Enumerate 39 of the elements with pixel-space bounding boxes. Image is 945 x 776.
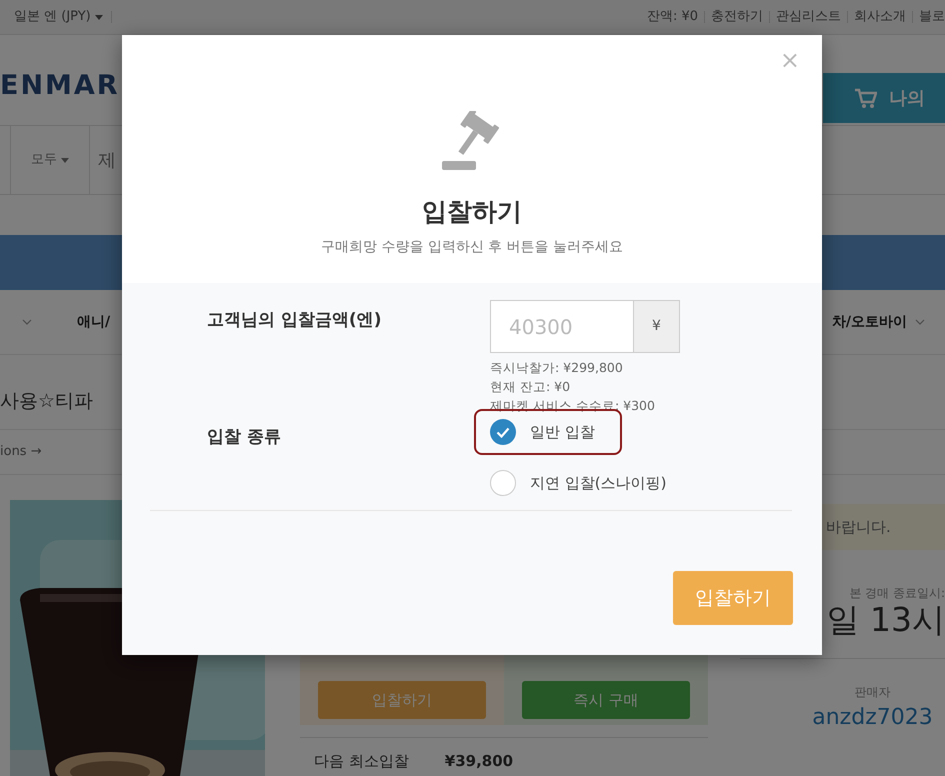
category-dropdown[interactable]: 모두	[10, 126, 90, 194]
chevron-icon	[22, 319, 32, 325]
seller-label: 판매자	[854, 684, 890, 702]
buy-now-button[interactable]: 즉시 구매	[522, 681, 690, 719]
next-min-bid-value: ¥39,800	[444, 751, 514, 772]
dialog-subtitle: 구매희망 수량을 입력하신 후 버튼을 눌러주세요	[320, 238, 624, 256]
submit-bid-button[interactable]: 입찰하기	[673, 571, 793, 626]
dialog-title: 입찰하기	[422, 196, 522, 228]
currency-addon: ¥	[633, 300, 680, 353]
top-link[interactable]: 잔액: ¥0	[646, 7, 698, 27]
price-info: 현재 잔고: ¥0	[490, 378, 572, 396]
cart-icon	[855, 88, 877, 108]
bid-amount-field[interactable]: 40300	[490, 300, 633, 353]
top-link[interactable]: 충전하기	[711, 7, 763, 27]
breadcrumb-link[interactable]: ions →	[0, 442, 42, 462]
top-link[interactable]: 회사소개	[854, 7, 906, 27]
amount-label: 고객님의 입찰금액(엔)	[207, 309, 382, 332]
caret-icon	[61, 158, 69, 162]
top-link[interactable]: 블로	[919, 7, 945, 27]
end-time-value: 일 13시	[826, 602, 945, 638]
category-link[interactable]: 애니/	[77, 312, 110, 332]
end-time-label: 본 경매 종료일시:	[849, 585, 945, 602]
seller-link[interactable]: anzdz7023	[812, 701, 933, 734]
next-min-bid-label: 다음 최소입찰	[314, 751, 409, 772]
bid-type-option[interactable]: 지연 입찰(스나이핑)	[474, 460, 682, 506]
site-logo[interactable]: ENMAR	[0, 66, 120, 106]
top-link[interactable]: 관심리스트	[776, 7, 841, 27]
currency-dropdown[interactable]: 일본 엔 (JPY)	[14, 7, 103, 27]
search-field[interactable]: 제	[98, 146, 116, 174]
price-info: 즉시낙찰가: ¥299,800	[490, 359, 624, 377]
bid-type-label: 입찰 종류	[207, 427, 281, 448]
close-button[interactable]: ×	[774, 47, 806, 73]
caret-icon	[94, 14, 103, 20]
listing-title: 사용☆티파	[0, 388, 94, 414]
my-page-button[interactable]: 나의	[823, 73, 945, 123]
category-link[interactable]: 차/오토바이	[832, 312, 925, 332]
bid-button[interactable]: 입찰하기	[318, 681, 486, 719]
chevron-icon	[915, 319, 925, 325]
check-icon	[496, 426, 510, 438]
